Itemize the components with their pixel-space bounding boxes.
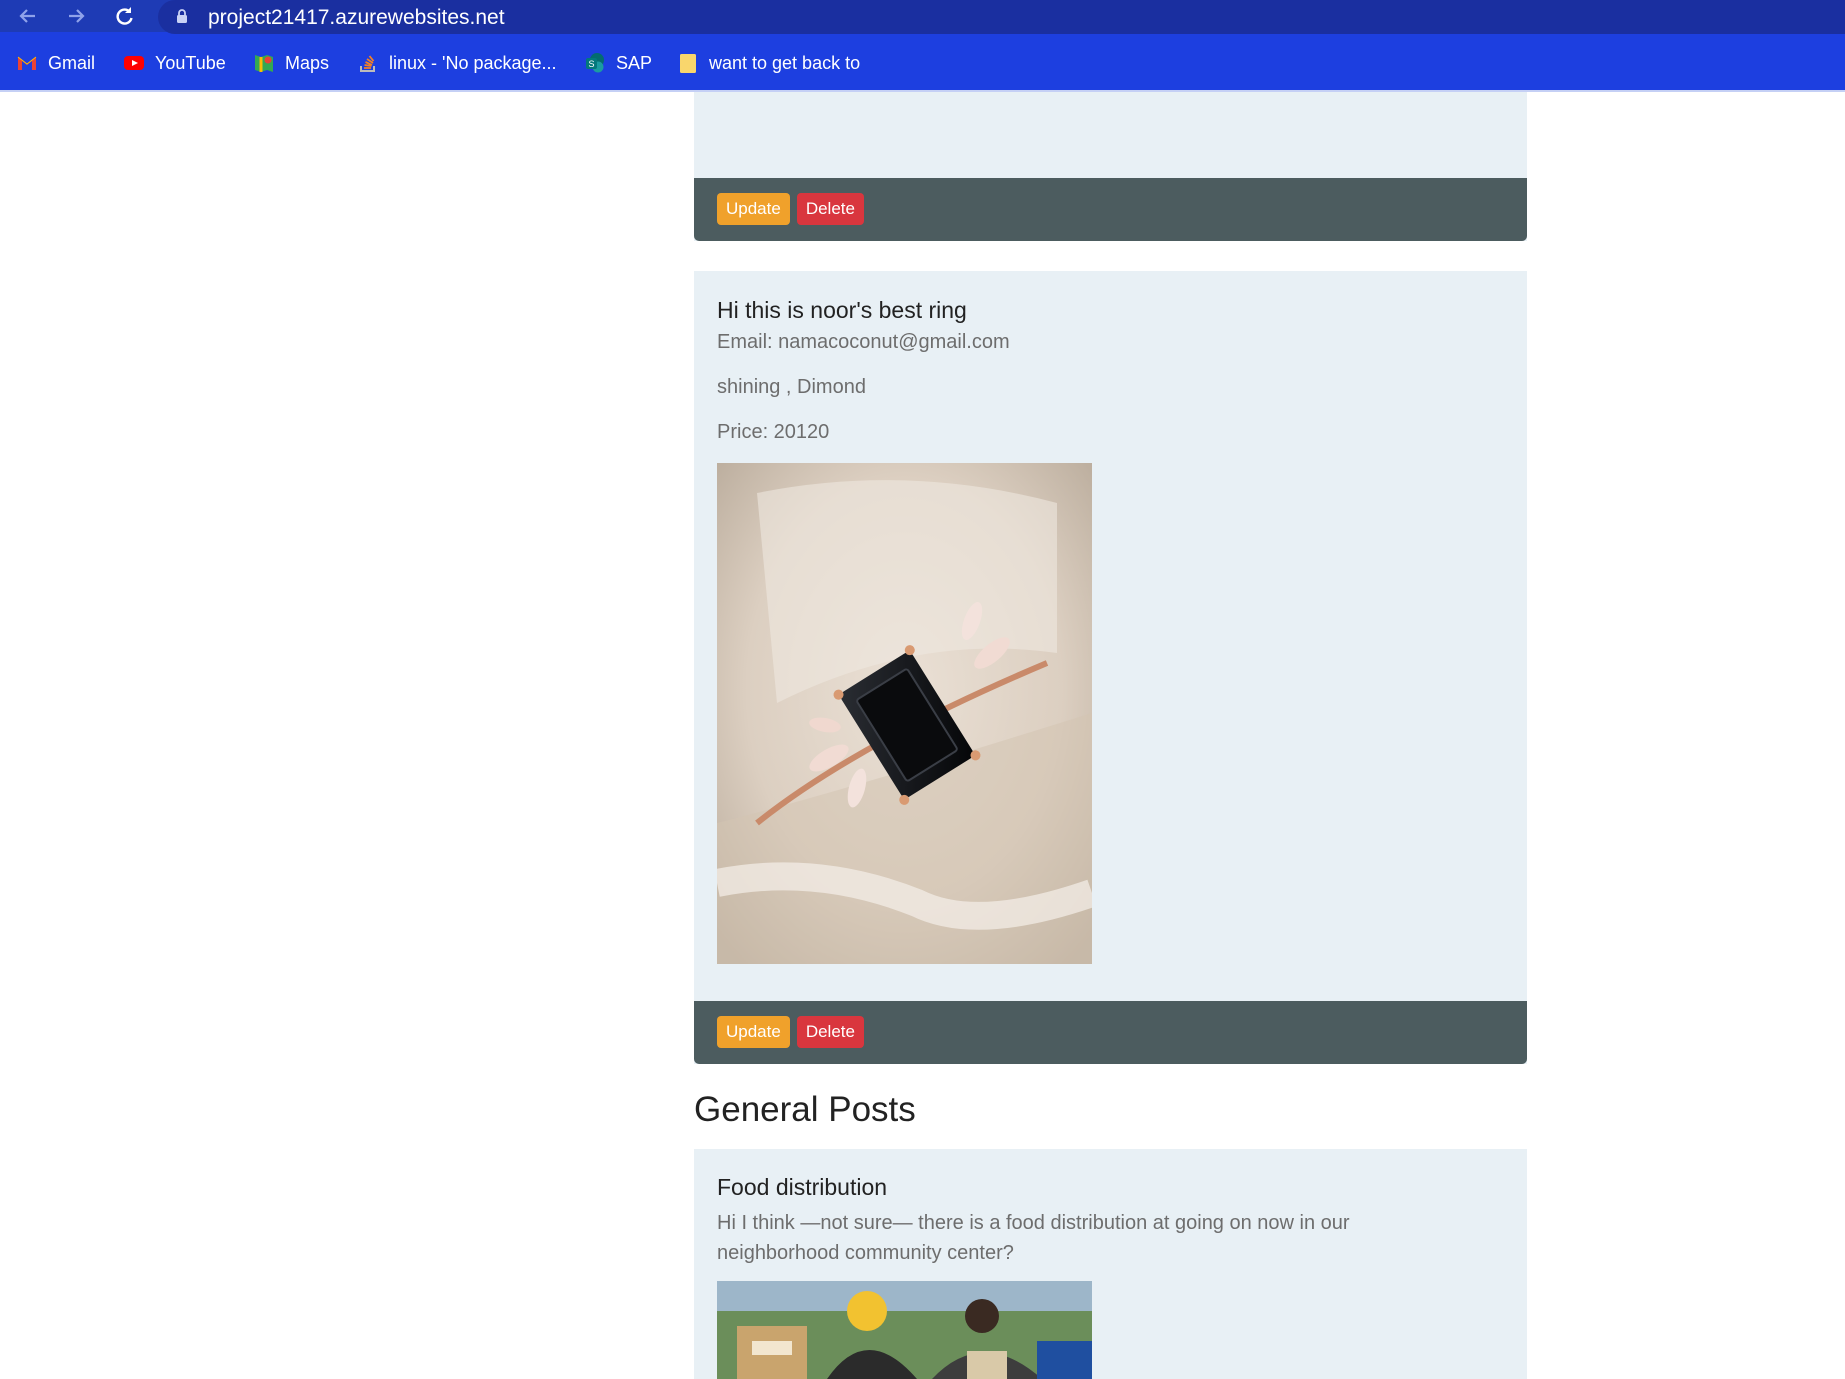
maps-icon	[255, 55, 273, 72]
general-post-body: Hi I think —not sure— there is a food di…	[717, 1212, 1350, 1264]
post-tags: shining , Dimond	[717, 376, 866, 398]
gmail-icon	[17, 56, 37, 70]
update-button[interactable]: Update	[717, 193, 790, 225]
delete-button[interactable]: Delete	[796, 193, 864, 225]
bookmark-label: Gmail	[48, 52, 96, 73]
stackoverflow-icon	[360, 55, 375, 72]
bookmark-label: YouTube	[155, 52, 226, 73]
reload-icon	[116, 7, 133, 25]
bookmark-sap[interactable]: S SAP	[584, 50, 652, 76]
folder-icon	[680, 54, 696, 73]
youtube-icon	[124, 56, 144, 70]
post-card: Hi this is noor's best ring Email: namac…	[694, 271, 1527, 1064]
post-title: Hi this is noor's best ring	[717, 297, 967, 323]
sharepoint-icon: S	[586, 53, 604, 73]
update-button[interactable]: Update	[717, 1016, 790, 1048]
ring-photo	[717, 463, 1092, 964]
card-footer: Update Delete	[694, 178, 1527, 241]
url-text: project21417.azurewebsites.net	[208, 6, 505, 29]
general-posts-heading: General Posts	[694, 1090, 916, 1129]
post-price: Price: 20120	[717, 421, 830, 443]
post-email: Email: namacoconut@gmail.com	[717, 331, 1010, 353]
general-post-card: Food distribution Hi I think —not sure— …	[694, 1149, 1527, 1379]
bookmarks-bar: Gmail YouTube Maps linux - 'No package..…	[0, 44, 1845, 80]
bookmark-label: want to get back to	[709, 52, 861, 73]
bookmark-maps[interactable]: Maps	[253, 50, 329, 76]
svg-text:S: S	[589, 59, 595, 69]
back-button[interactable]	[14, 2, 42, 30]
bookmark-label: SAP	[616, 52, 653, 73]
omnibox[interactable]: project21417.azurewebsites.net	[158, 0, 1845, 34]
card-footer: Update Delete	[694, 1001, 1527, 1064]
delete-button[interactable]: Delete	[796, 1016, 864, 1048]
bookmark-label: linux - 'No package...	[389, 52, 557, 73]
post-card: Update Delete	[694, 92, 1527, 241]
forward-arrow-icon	[69, 9, 85, 23]
general-post-title: Food distribution	[717, 1174, 888, 1200]
bookmark-linux[interactable]: linux - 'No package...	[357, 50, 557, 76]
browser-chrome: project21417.azurewebsites.net Gmail You…	[0, 0, 1845, 92]
bookmark-gmail[interactable]: Gmail	[16, 50, 95, 76]
bookmark-youtube[interactable]: YouTube	[123, 50, 226, 76]
food-distribution-photo	[717, 1281, 1092, 1379]
back-arrow-icon	[19, 9, 35, 23]
forward-button[interactable]	[62, 2, 90, 30]
address-bar-row: project21417.azurewebsites.net	[0, 0, 1845, 34]
reload-button[interactable]	[110, 2, 138, 30]
bookmark-label: Maps	[285, 52, 330, 73]
bookmark-folder[interactable]: want to get back to	[677, 50, 860, 76]
lock-icon	[177, 9, 187, 23]
